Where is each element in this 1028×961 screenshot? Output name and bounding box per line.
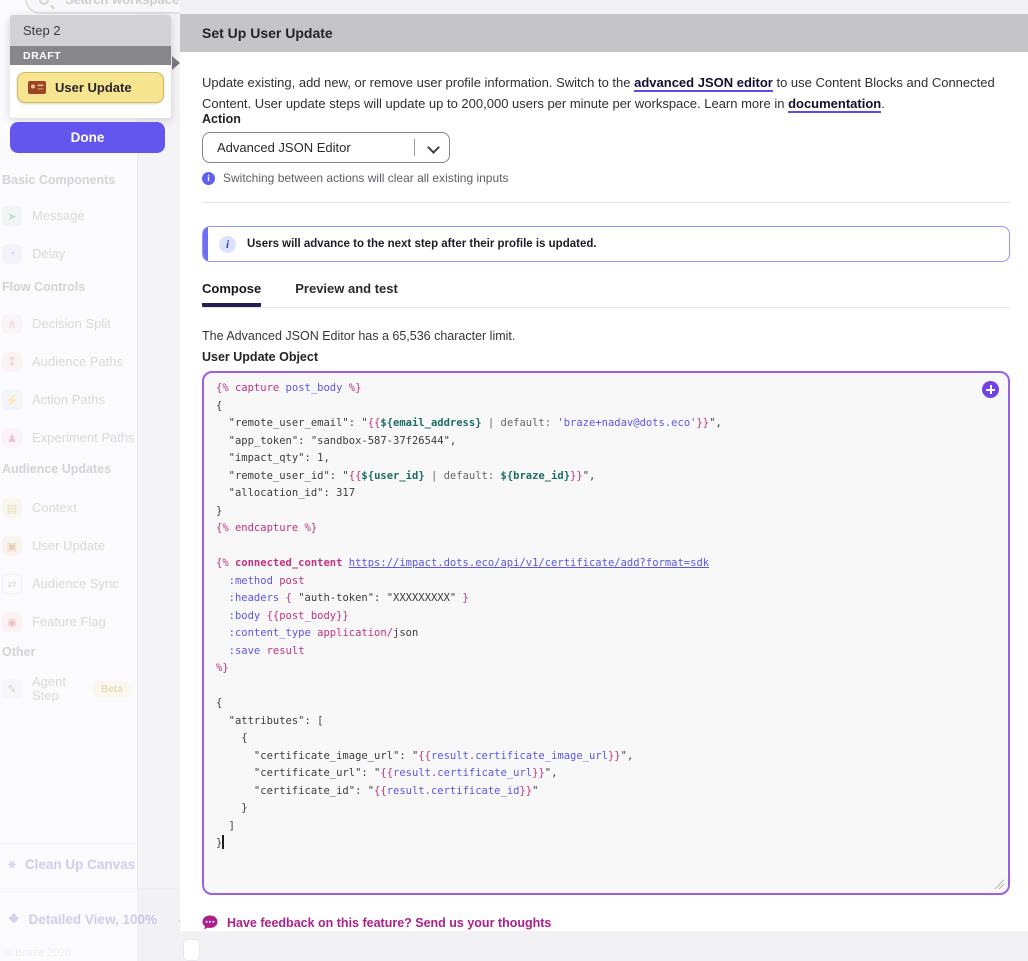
paper-plane-icon: ➤ — [2, 206, 22, 226]
sync-icon: ⇄ — [2, 574, 22, 594]
toggle-icon: ◉ — [2, 612, 22, 632]
magic-wand-icon: ⚹ — [8, 856, 16, 872]
section-divider — [202, 202, 1010, 203]
section-heading-flow-controls: Flow Controls — [2, 280, 142, 294]
page-bottom-strip — [180, 931, 1028, 961]
sidebar-item-audience-paths[interactable]: ⁑ Audience Paths — [2, 350, 137, 374]
page-title: Set Up User Update — [202, 25, 333, 41]
tab-bar: Compose Preview and test — [202, 281, 1010, 308]
node-connector-arrow — [172, 56, 180, 70]
contact-card-icon: ▣ — [2, 536, 22, 556]
user-update-node[interactable]: User Update — [17, 72, 164, 103]
sidebar-item-action-paths[interactable]: ⚡ Action Paths — [2, 388, 137, 412]
sidebar-item-delay[interactable]: ◔ Delay — [2, 242, 137, 266]
pencil-icon: ✎ — [2, 679, 22, 699]
copyright-text: © Braze 2026 — [4, 947, 71, 959]
resize-handle-icon[interactable] — [994, 879, 1004, 889]
sidebar-divider — [0, 843, 137, 844]
sidebar-item-experiment-paths[interactable]: ♟ Experiment Paths — [2, 426, 137, 450]
inline-link[interactable]: documentation — [788, 96, 881, 113]
add-personalization-button[interactable] — [982, 381, 999, 398]
json-editor[interactable]: {% capture post_body %}{ "remote_user_em… — [202, 371, 1010, 895]
sidebar-item-feature-flag[interactable]: ◉ Feature Flag — [2, 610, 137, 634]
text-segment: . — [881, 96, 885, 111]
character-limit-note: The Advanced JSON Editor has a 65,536 ch… — [202, 329, 515, 343]
contact-card-icon — [28, 81, 46, 94]
description-text: Update existing, add new, or remove user… — [202, 72, 1014, 114]
inline-link[interactable]: advanced JSON editor — [634, 75, 773, 92]
speech-bubble-icon — [202, 915, 218, 930]
info-icon: i — [219, 236, 236, 253]
canvas-corner-widget — [183, 939, 200, 961]
status-badge: DRAFT — [10, 46, 171, 65]
beta-badge: Beta — [92, 681, 132, 698]
sidebar-footer-divider — [0, 888, 180, 889]
action-warning: i Switching between actions will clear a… — [202, 171, 508, 185]
detailed-view-toggle[interactable]: ❖ Detailed View, 100% — [8, 911, 188, 927]
done-button[interactable]: Done — [10, 122, 165, 153]
nodes-icon: ❖ — [8, 911, 20, 927]
info-icon: i — [202, 172, 215, 185]
panel-header: Set Up User Update — [180, 14, 1028, 52]
sidebar-item-user-update[interactable]: ▣ User Update — [2, 534, 137, 558]
action-select-value: Advanced JSON Editor — [217, 140, 351, 155]
section-heading-audience-updates: Audience Updates — [2, 462, 142, 476]
context-icon: ▤ — [2, 498, 22, 518]
section-heading-basic-components: Basic Components — [2, 173, 142, 187]
editor-label: User Update Object — [202, 350, 318, 364]
sidebar-item-message[interactable]: ➤ Message — [2, 204, 137, 228]
panel-body: Update existing, add new, or remove user… — [180, 52, 1028, 945]
step-card: Step 2 DRAFT User Update — [10, 15, 171, 118]
step-title: Step 2 — [10, 15, 171, 46]
tab-compose[interactable]: Compose — [202, 281, 261, 307]
sidebar-item-decision-split[interactable]: ⋔ Decision Split — [2, 312, 137, 336]
callout-accent-bar — [203, 227, 208, 261]
search-placeholder: Search workspace — [65, 0, 179, 7]
text-cursor — [222, 835, 224, 849]
text-segment: Update existing, add new, or remove user… — [202, 75, 634, 90]
tab-preview-and-test[interactable]: Preview and test — [295, 281, 398, 307]
sidebar-item-audience-sync[interactable]: ⇄ Audience Sync — [2, 572, 137, 596]
callout-text: Users will advance to the next step afte… — [247, 238, 597, 250]
audience-icon: ⁑ — [2, 352, 22, 372]
main-panel: Set Up User Update Update existing, add … — [180, 0, 1028, 961]
feedback-link[interactable]: Have feedback on this feature? Send us y… — [202, 915, 551, 930]
search-icon — [39, 0, 49, 5]
split-icon: ⋔ — [2, 314, 22, 334]
code-content[interactable]: {% capture post_body %}{ "remote_user_em… — [216, 380, 978, 853]
select-divider — [414, 139, 415, 156]
info-callout: i Users will advance to the next step af… — [202, 226, 1010, 262]
chevron-down-icon — [427, 141, 440, 154]
experiment-icon: ♟ — [2, 428, 22, 448]
clock-icon: ◔ — [2, 244, 22, 264]
sidebar-item-context[interactable]: ▤ Context — [2, 496, 137, 520]
action-label: Action — [202, 112, 241, 126]
clean-up-canvas-button[interactable]: ⚹ Clean Up Canvas — [8, 856, 135, 872]
lightning-icon: ⚡ — [2, 390, 22, 410]
section-heading-other: Other — [2, 645, 142, 659]
node-label: User Update — [55, 80, 132, 95]
action-select[interactable]: Advanced JSON Editor — [202, 132, 450, 163]
